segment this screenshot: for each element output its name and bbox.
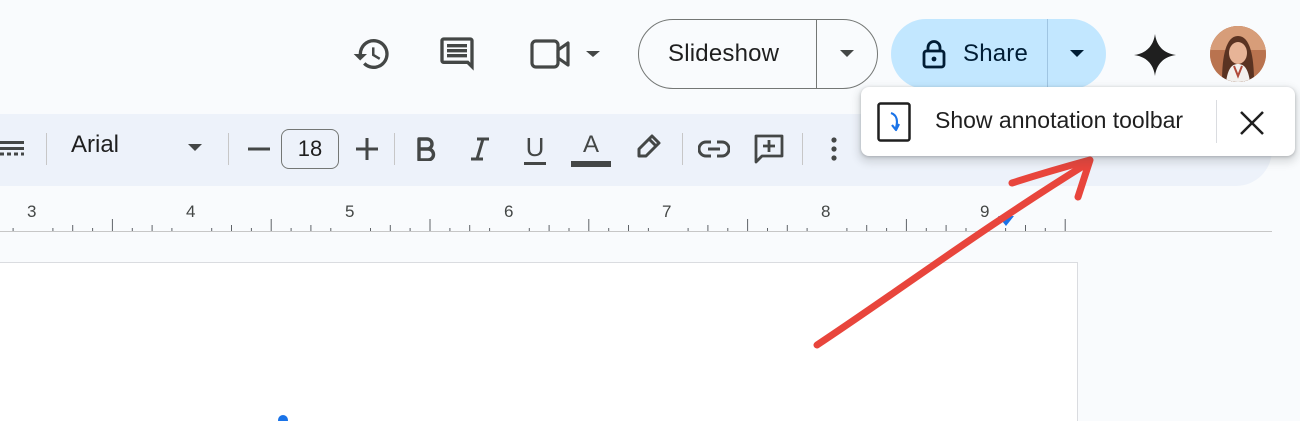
share-label: Share [963, 40, 1029, 67]
close-icon [1240, 111, 1264, 135]
share-button[interactable]: Share [891, 19, 1047, 89]
highlighter-pen-icon [637, 134, 661, 158]
italic-button[interactable] [464, 133, 496, 165]
italic-icon [471, 137, 489, 161]
toolbar-divider [802, 133, 803, 165]
gemini-sparkle-icon[interactable] [1132, 32, 1178, 78]
popup-divider [1216, 100, 1217, 143]
annotation-toggle-icon[interactable] [877, 102, 911, 142]
user-avatar[interactable] [1210, 26, 1266, 82]
toolbar-divider [46, 133, 47, 165]
chevron-down-icon [1070, 50, 1084, 57]
chevron-down-icon [840, 50, 854, 57]
ruler-mark: 4 [186, 202, 196, 221]
minus-icon [248, 147, 270, 151]
underline-button[interactable]: U [518, 130, 552, 168]
slideshow-label: Slideshow [668, 40, 780, 67]
text-color-letter: A [582, 130, 599, 158]
decrease-font-size-button[interactable] [244, 134, 274, 164]
ruler-mark: 8 [821, 202, 831, 221]
increase-font-size-button[interactable] [352, 134, 382, 164]
underline-bar [524, 161, 546, 165]
text-color-button[interactable]: A [570, 128, 612, 170]
meet-video-icon[interactable] [526, 32, 606, 76]
font-family-value: Arial [71, 131, 120, 158]
share-button-group: Share [891, 19, 1106, 89]
chevron-down-icon [188, 144, 202, 151]
docs-window: Slideshow Share Arial 18 U A 3 4 5 6 7 8… [0, 0, 1300, 421]
popup-label[interactable]: Show annotation toolbar [935, 107, 1183, 134]
toolbar-divider [394, 133, 395, 165]
ruler-baseline [0, 231, 1272, 232]
ruler-mark: 7 [662, 202, 672, 221]
more-options-button[interactable] [822, 133, 846, 165]
document-page[interactable] [0, 262, 1078, 421]
slideshow-button-group: Slideshow [638, 19, 878, 89]
font-family-select[interactable]: Arial [60, 126, 210, 170]
insert-comment-button[interactable] [752, 131, 786, 167]
add-comment-icon [754, 134, 784, 164]
ruler-mark: 6 [504, 202, 514, 221]
slideshow-dropdown-button[interactable] [817, 20, 877, 88]
font-size-input[interactable]: 18 [281, 129, 339, 169]
ruler-mark: 5 [345, 202, 355, 221]
underline-letter: U [525, 131, 545, 162]
right-indent-marker[interactable] [998, 216, 1014, 226]
highlight-color-button[interactable] [632, 131, 664, 163]
ruler-mark: 3 [27, 202, 37, 221]
toolbar-divider [682, 133, 683, 165]
link-icon [698, 140, 730, 158]
close-popup-button[interactable] [1230, 103, 1274, 143]
version-history-icon[interactable] [350, 32, 394, 76]
text-cursor-handle[interactable] [278, 415, 288, 421]
ruler-mark: 9 [980, 202, 990, 221]
insert-link-button[interactable] [697, 133, 731, 165]
line-spacing-icon[interactable] [0, 134, 26, 164]
lock-icon [922, 40, 946, 69]
bold-icon [417, 137, 436, 161]
more-vert-icon [831, 137, 837, 161]
bold-button[interactable] [410, 133, 442, 165]
toolbar-divider [228, 133, 229, 165]
text-color-swatch [571, 160, 611, 167]
slideshow-button[interactable]: Slideshow [639, 20, 816, 88]
comments-icon[interactable] [435, 32, 479, 76]
plus-icon [356, 138, 378, 160]
